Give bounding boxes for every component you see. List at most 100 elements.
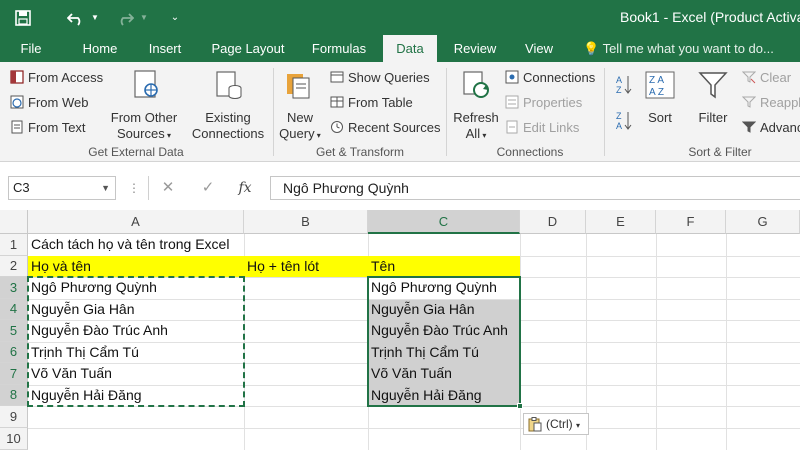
sort-za-icon: ZA [616, 111, 632, 133]
filter-button[interactable]: Filter [692, 68, 734, 126]
tab-formulas[interactable]: Formulas [303, 35, 375, 62]
advanced-filter-icon [741, 120, 757, 134]
tab-file[interactable]: File [10, 35, 52, 62]
paste-dropdown-icon: ▾ [576, 421, 581, 430]
formula-separator [148, 176, 149, 200]
existing-label: Existing [205, 110, 251, 125]
name-box[interactable]: C3 ▼ [8, 176, 116, 200]
sort-a-to-z-button[interactable]: AZ [616, 74, 632, 97]
clear-label: Clear [760, 70, 792, 85]
sort-dialog-icon: Z AA Z [640, 68, 680, 106]
group-label-get-transform: Get & Transform [315, 145, 405, 159]
column-header-d[interactable]: D [520, 210, 586, 234]
cell-a1[interactable]: Cách tách họ và tên trong Excel [28, 234, 229, 255]
sort-label: Sort [648, 110, 672, 125]
worksheet-grid: A B C D E F G 1 2 3 4 5 6 7 8 9 10 Cách … [0, 210, 800, 450]
row-header-7[interactable]: 7 [0, 363, 28, 385]
enter-icon[interactable]: ✓ [198, 176, 218, 200]
fill-handle[interactable] [517, 403, 523, 409]
reapply-button[interactable]: Reappl [741, 95, 800, 110]
paste-options-button[interactable]: (Ctrl) ▾ [523, 413, 589, 435]
name-box-dropdown-icon[interactable]: ▼ [101, 177, 110, 199]
select-all-corner[interactable] [0, 210, 28, 234]
svg-text:Z: Z [616, 111, 622, 121]
from-access-button[interactable]: From Access [10, 70, 103, 85]
tell-me-text: Tell me what you want to do... [602, 41, 774, 56]
svg-text:A: A [616, 121, 622, 130]
properties-icon [505, 95, 519, 109]
formula-input[interactable]: Ngô Phương Quỳnh [270, 176, 800, 200]
clear-filter-button[interactable]: Clear [741, 70, 792, 85]
recent-sources-icon [330, 120, 344, 134]
other-sources-icon [108, 68, 180, 106]
existing-connections-icon [190, 68, 266, 106]
cell-a2[interactable]: Họ và tên [28, 256, 91, 277]
cell-b2[interactable]: Họ + tên lót [244, 256, 319, 277]
advanced-label: Advanc [760, 120, 800, 135]
column-header-a[interactable]: A [28, 210, 244, 234]
group-label-connections: Connections [496, 145, 564, 159]
clear-filter-icon [741, 70, 757, 84]
from-table-label: From Table [348, 95, 413, 110]
show-queries-button[interactable]: Show Queries [330, 70, 430, 85]
column-header-b[interactable]: B [244, 210, 368, 234]
all-label: All [465, 126, 481, 141]
row-header-4[interactable]: 4 [0, 299, 28, 320]
insert-function-icon[interactable]: fx [234, 176, 256, 200]
formula-bar-handle-icon[interactable]: ⋮ [128, 176, 140, 200]
from-text-button[interactable]: From Text [10, 120, 86, 135]
text-file-icon [10, 120, 24, 134]
from-web-button[interactable]: From Web [10, 95, 88, 110]
svg-text:Z A: Z A [649, 75, 664, 86]
ribbon-separator [604, 68, 605, 156]
sort-az-icon: AZ [616, 75, 632, 97]
row-header-9[interactable]: 9 [0, 406, 28, 428]
existing-connections-button[interactable]: Existing Connections [190, 68, 266, 142]
tab-data[interactable]: Data [383, 35, 437, 62]
refresh-all-button[interactable]: Refresh All ▾ [452, 68, 500, 144]
redo-icon[interactable] [113, 0, 137, 35]
row-header-2[interactable]: 2 [0, 256, 28, 277]
column-header-f[interactable]: F [656, 210, 726, 234]
column-header-e[interactable]: E [586, 210, 656, 234]
svg-text:A: A [616, 75, 622, 85]
customize-toolbar-icon[interactable]: ⌄ [168, 0, 182, 35]
from-text-label: From Text [28, 120, 86, 135]
sort-z-to-a-button[interactable]: ZA [616, 110, 632, 133]
redo-dropdown-icon[interactable]: ▼ [139, 0, 149, 35]
save-icon[interactable] [12, 0, 34, 35]
row-header-1[interactable]: 1 [0, 234, 28, 256]
sort-button[interactable]: Z AA Z Sort [640, 68, 680, 126]
tell-me-search[interactable]: 💡 Tell me what you want to do... [583, 35, 774, 62]
properties-button[interactable]: Properties [505, 95, 582, 110]
connections-button[interactable]: Connections [505, 70, 595, 85]
tab-review[interactable]: Review [447, 35, 503, 62]
column-header-g[interactable]: G [726, 210, 800, 234]
tab-view[interactable]: View [517, 35, 561, 62]
cancel-icon[interactable]: ✕ [158, 176, 178, 200]
filter-icon [692, 68, 734, 106]
new-label: New [286, 110, 313, 125]
new-query-button[interactable]: New Query ▾ [278, 68, 322, 144]
undo-dropdown-icon[interactable]: ▼ [90, 0, 100, 35]
row-header-10[interactable]: 10 [0, 428, 28, 450]
group-label-sort-filter: Sort & Filter [688, 145, 752, 159]
tab-page-layout[interactable]: Page Layout [205, 35, 291, 62]
column-header-c[interactable]: C [368, 210, 520, 234]
recent-sources-button[interactable]: Recent Sources [330, 120, 441, 135]
edit-links-button[interactable]: Edit Links [505, 120, 579, 135]
row-header-5[interactable]: 5 [0, 320, 28, 342]
edit-links-label: Edit Links [523, 120, 580, 135]
row-header-3[interactable]: 3 [0, 277, 28, 299]
from-table-button[interactable]: From Table [330, 95, 413, 110]
tab-home[interactable]: Home [72, 35, 128, 62]
tab-insert[interactable]: Insert [140, 35, 190, 62]
from-other-sources-button[interactable]: From Other Sources ▾ [108, 68, 180, 144]
advanced-filter-button[interactable]: Advanc [741, 120, 800, 135]
row-header-6[interactable]: 6 [0, 342, 28, 363]
undo-icon[interactable] [64, 0, 88, 35]
sources-label: Sources [117, 126, 165, 141]
title-bar: ▼ ▼ ⌄ Book1 - Excel (Product Activatio [0, 0, 800, 35]
row-header-8[interactable]: 8 [0, 385, 28, 406]
cell-c2[interactable]: Tên [368, 256, 395, 277]
